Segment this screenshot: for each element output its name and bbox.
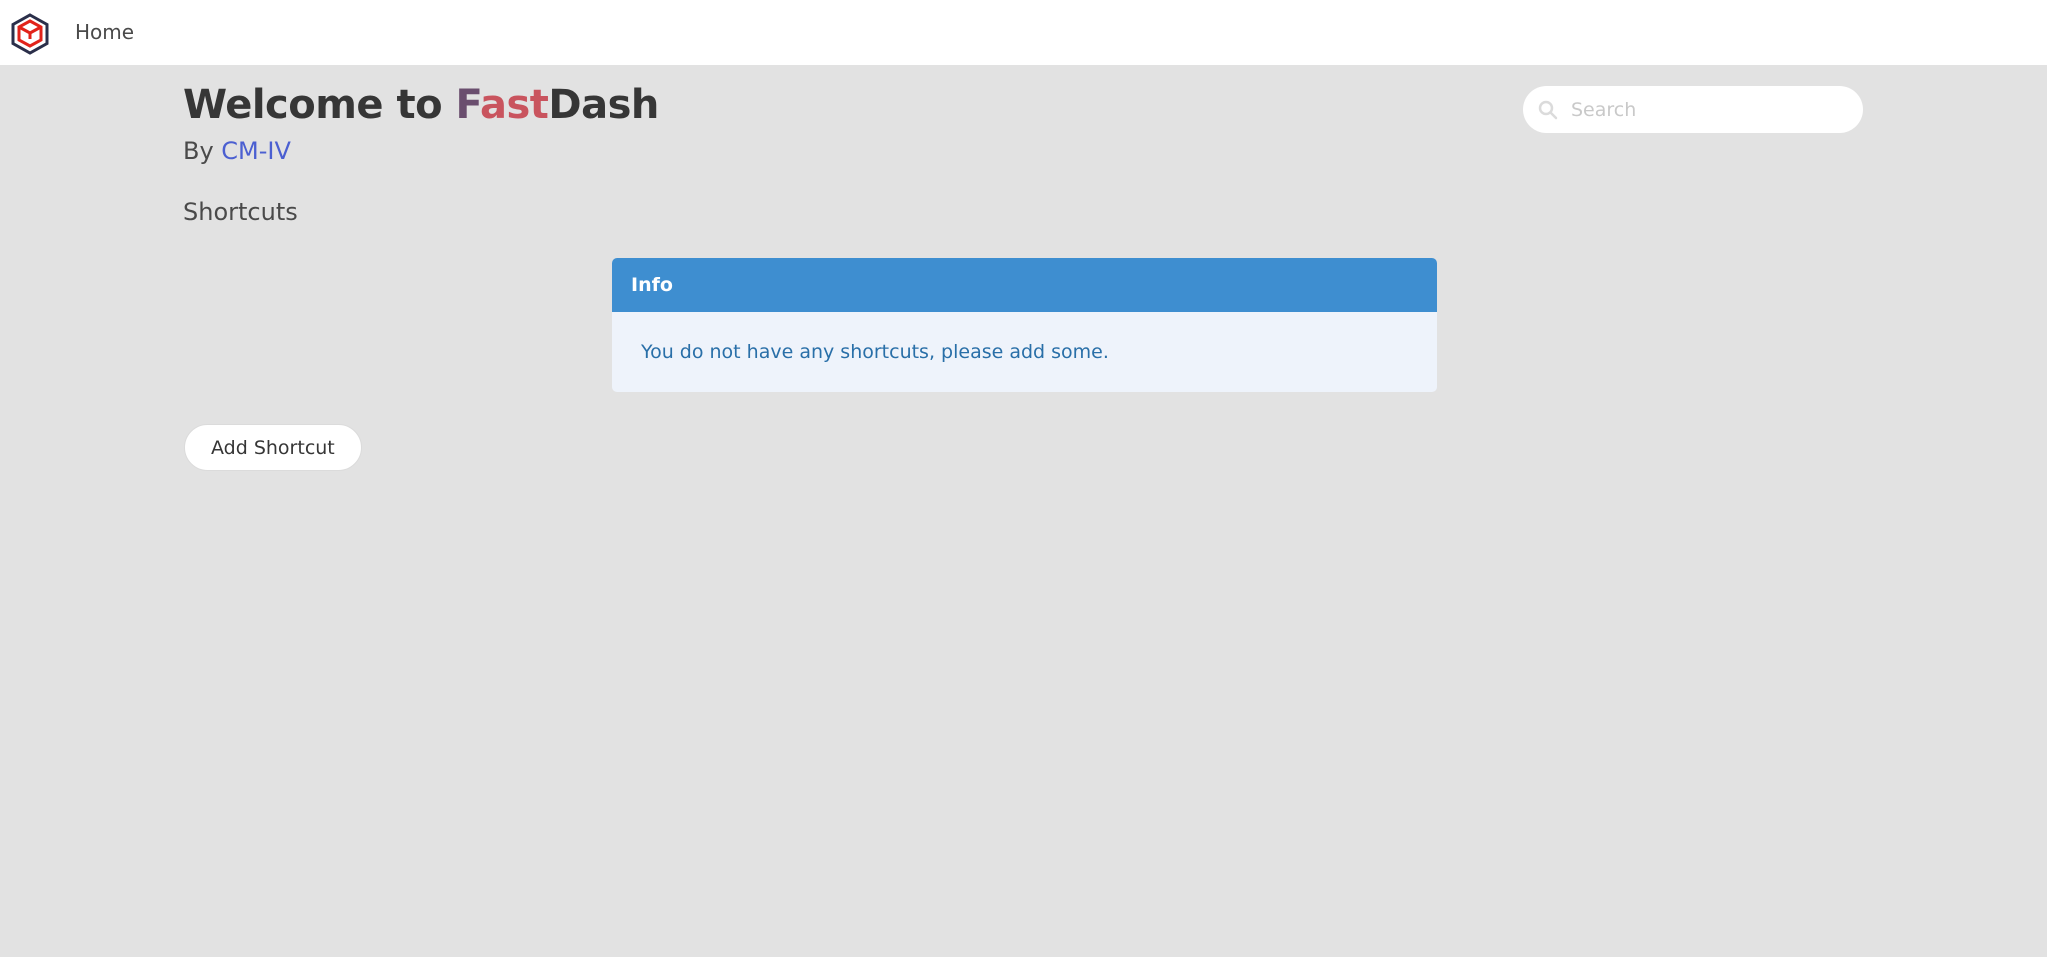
search-input[interactable] xyxy=(1571,86,1846,133)
top-navbar: Home xyxy=(0,0,2047,65)
info-message-box: Info You do not have any shortcuts, plea… xyxy=(612,258,1437,392)
page-subtitle: By CM-IV xyxy=(183,137,291,165)
title-prefix: Welcome to xyxy=(183,82,456,128)
add-shortcut-button[interactable]: Add Shortcut xyxy=(184,424,362,471)
title-dash: Dash xyxy=(548,82,659,128)
title-fast-rest: ast xyxy=(479,82,549,128)
page-title: Welcome to FastDash xyxy=(183,82,659,128)
shortcuts-section-title: Shortcuts xyxy=(183,198,298,226)
info-message-body: You do not have any shortcuts, please ad… xyxy=(641,341,1109,363)
subtitle-prefix: By xyxy=(183,137,222,165)
title-fast-f: F xyxy=(455,82,481,128)
info-message-header: Info xyxy=(612,258,1437,312)
search-icon xyxy=(1538,100,1558,120)
author-link[interactable]: CM-IV xyxy=(221,137,291,165)
nav-home-link[interactable]: Home xyxy=(75,20,134,44)
search-box[interactable] xyxy=(1523,86,1863,133)
fastdash-logo-icon[interactable] xyxy=(9,13,51,55)
